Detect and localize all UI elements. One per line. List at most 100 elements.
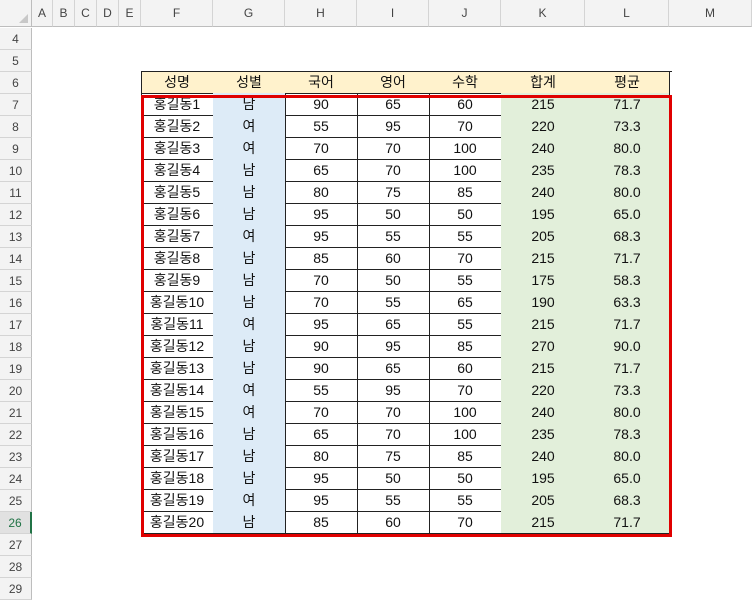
row-header-7[interactable]: 7: [0, 94, 32, 116]
cell-math[interactable]: 65: [429, 291, 502, 314]
cell-average[interactable]: 71.7: [585, 247, 670, 270]
cell-total[interactable]: 195: [501, 203, 586, 226]
row-header-8[interactable]: 8: [0, 116, 32, 138]
column-header-c[interactable]: C: [75, 0, 97, 27]
cell-total[interactable]: 220: [501, 115, 586, 138]
cell-gender[interactable]: 여: [213, 225, 286, 248]
cell-english[interactable]: 50: [357, 203, 430, 226]
cell-math[interactable]: 70: [429, 247, 502, 270]
cell-total[interactable]: 215: [501, 511, 586, 534]
column-header-m[interactable]: M: [669, 0, 752, 27]
cell-math[interactable]: 60: [429, 357, 502, 380]
cell-english[interactable]: 50: [357, 269, 430, 292]
row-header-6[interactable]: 6: [0, 72, 32, 94]
cell-gender[interactable]: 남: [213, 181, 286, 204]
row-header-25[interactable]: 25: [0, 490, 32, 512]
cell-math[interactable]: 85: [429, 445, 502, 468]
cell-korean[interactable]: 85: [285, 247, 358, 270]
column-header-a[interactable]: A: [32, 0, 53, 27]
cell-math[interactable]: 85: [429, 181, 502, 204]
cell-math[interactable]: 50: [429, 467, 502, 490]
cell-name[interactable]: 홍길동2: [141, 115, 214, 138]
cell-total[interactable]: 215: [501, 247, 586, 270]
cell-korean[interactable]: 80: [285, 181, 358, 204]
cell-english[interactable]: 95: [357, 115, 430, 138]
cell-name[interactable]: 홍길동9: [141, 269, 214, 292]
cell-average[interactable]: 68.3: [585, 489, 670, 512]
cell-average[interactable]: 71.7: [585, 93, 670, 116]
cell-math[interactable]: 55: [429, 269, 502, 292]
cell-gender[interactable]: 남: [213, 247, 286, 270]
row-header-14[interactable]: 14: [0, 248, 32, 270]
cell-korean[interactable]: 95: [285, 489, 358, 512]
cell-gender[interactable]: 남: [213, 511, 286, 534]
row-header-13[interactable]: 13: [0, 226, 32, 248]
cell-gender[interactable]: 남: [213, 335, 286, 358]
cell-average[interactable]: 71.7: [585, 313, 670, 336]
column-header-b[interactable]: B: [53, 0, 75, 27]
cell-english[interactable]: 65: [357, 313, 430, 336]
cell-korean[interactable]: 65: [285, 159, 358, 182]
cell-name[interactable]: 홍길동14: [141, 379, 214, 402]
cell-gender[interactable]: 남: [213, 423, 286, 446]
cell-korean[interactable]: 70: [285, 291, 358, 314]
cell-math[interactable]: 60: [429, 93, 502, 116]
cell-english[interactable]: 65: [357, 357, 430, 380]
cell-total[interactable]: 175: [501, 269, 586, 292]
cell-english[interactable]: 55: [357, 291, 430, 314]
header-cell-total[interactable]: 합계: [501, 71, 586, 94]
cell-gender[interactable]: 여: [213, 115, 286, 138]
header-cell-english[interactable]: 영어: [357, 71, 430, 94]
cell-total[interactable]: 190: [501, 291, 586, 314]
cell-name[interactable]: 홍길동19: [141, 489, 214, 512]
cell-math[interactable]: 100: [429, 159, 502, 182]
cell-english[interactable]: 70: [357, 159, 430, 182]
cell-korean[interactable]: 90: [285, 93, 358, 116]
cell-gender[interactable]: 남: [213, 269, 286, 292]
cell-total[interactable]: 240: [501, 137, 586, 160]
cell-math[interactable]: 50: [429, 203, 502, 226]
cell-gender[interactable]: 남: [213, 159, 286, 182]
row-header-9[interactable]: 9: [0, 138, 32, 160]
cell-korean[interactable]: 90: [285, 335, 358, 358]
cell-average[interactable]: 73.3: [585, 379, 670, 402]
cell-total[interactable]: 215: [501, 313, 586, 336]
row-header-20[interactable]: 20: [0, 380, 32, 402]
cell-math[interactable]: 100: [429, 423, 502, 446]
row-header-16[interactable]: 16: [0, 292, 32, 314]
column-header-f[interactable]: F: [141, 0, 213, 27]
cell-english[interactable]: 75: [357, 181, 430, 204]
row-header-4[interactable]: 4: [0, 28, 32, 50]
row-header-27[interactable]: 27: [0, 534, 32, 556]
cell-name[interactable]: 홍길동11: [141, 313, 214, 336]
cell-gender[interactable]: 남: [213, 291, 286, 314]
spreadsheet-grid[interactable]: ABCDEFGHIJKLM 4 5 6 7 8 9 10 11 12 13 14 15 16 17 18 19…: [0, 0, 752, 605]
column-header-g[interactable]: G: [213, 0, 285, 27]
column-header-d[interactable]: D: [97, 0, 119, 27]
header-cell-name[interactable]: 성명: [141, 71, 214, 94]
cell-gender[interactable]: 남: [213, 203, 286, 226]
cell-total[interactable]: 240: [501, 445, 586, 468]
cell-math[interactable]: 70: [429, 115, 502, 138]
cell-english[interactable]: 65: [357, 93, 430, 116]
cell-english[interactable]: 70: [357, 423, 430, 446]
row-header-21[interactable]: 21: [0, 402, 32, 424]
cell-total[interactable]: 195: [501, 467, 586, 490]
header-cell-math[interactable]: 수학: [429, 71, 502, 94]
cell-english[interactable]: 70: [357, 401, 430, 424]
cell-gender[interactable]: 남: [213, 357, 286, 380]
cell-gender[interactable]: 여: [213, 489, 286, 512]
row-header-18[interactable]: 18: [0, 336, 32, 358]
cell-name[interactable]: 홍길동18: [141, 467, 214, 490]
row-header-26[interactable]: 26: [0, 512, 32, 534]
cell-average[interactable]: 68.3: [585, 225, 670, 248]
cell-average[interactable]: 80.0: [585, 445, 670, 468]
row-header-5[interactable]: 5: [0, 50, 32, 72]
cell-name[interactable]: 홍길동5: [141, 181, 214, 204]
cell-total[interactable]: 215: [501, 93, 586, 116]
cell-korean[interactable]: 95: [285, 467, 358, 490]
row-header-11[interactable]: 11: [0, 182, 32, 204]
cell-total[interactable]: 205: [501, 225, 586, 248]
column-header-e[interactable]: E: [119, 0, 141, 27]
row-header-19[interactable]: 19: [0, 358, 32, 380]
